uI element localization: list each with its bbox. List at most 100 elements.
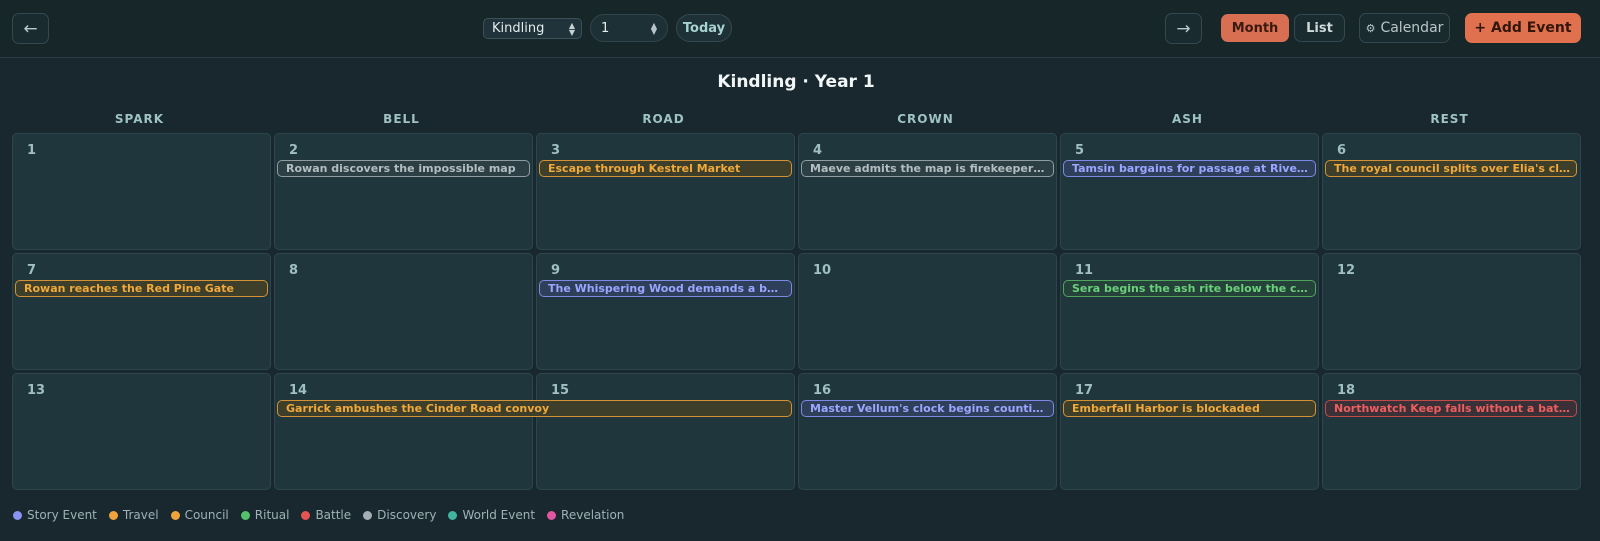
legend-label: Revelation	[561, 508, 625, 522]
calendar-settings-button[interactable]: ⚙ Calendar	[1359, 13, 1450, 43]
legend-label: World Event	[462, 508, 536, 522]
month-select-value: Kindling	[492, 21, 545, 36]
weekday-header: REST	[1430, 112, 1469, 126]
legend-dot	[108, 510, 118, 520]
legend-dot	[301, 510, 311, 520]
day-cell[interactable]: 17	[1060, 373, 1319, 490]
calendar-settings-label: Calendar	[1380, 20, 1444, 36]
year-stepper[interactable]: 1 ▲ ▼	[590, 14, 668, 42]
next-month-button[interactable]: →	[1165, 13, 1202, 44]
day-cell[interactable]: 10	[798, 253, 1057, 370]
add-event-button[interactable]: + Add Event	[1465, 13, 1581, 43]
day-cell[interactable]: 5	[1060, 133, 1319, 250]
year-value: 1	[601, 20, 610, 36]
gear-icon: ⚙	[1365, 21, 1376, 35]
day-cell[interactable]: 12	[1322, 253, 1581, 370]
legend-dot	[240, 510, 250, 520]
event-chip[interactable]: Northwatch Keep falls without a battle	[1325, 400, 1577, 417]
month-view-button[interactable]: Month	[1221, 14, 1289, 42]
event-chip[interactable]: Rowan discovers the impossible map	[277, 160, 530, 177]
day-number: 15	[551, 383, 570, 398]
day-number: 3	[551, 143, 561, 158]
event-chip[interactable]: Tamsin bargains for passage at Rivergate	[1063, 160, 1316, 177]
event-chip[interactable]: Rowan reaches the Red Pine Gate	[15, 280, 268, 297]
day-cell[interactable]: 6	[1322, 133, 1581, 250]
day-cell[interactable]: 11	[1060, 253, 1319, 370]
day-cell[interactable]: 4	[798, 133, 1057, 250]
legend-label: Travel	[122, 508, 159, 522]
legend-label: Battle	[315, 508, 352, 522]
legend-dot	[13, 510, 22, 520]
legend-label: Story Event	[27, 508, 97, 522]
day-number: 16	[813, 383, 832, 398]
day-cell[interactable]: 16	[798, 373, 1057, 490]
month-view-label: Month	[1231, 20, 1279, 36]
legend-item: Battle	[301, 508, 351, 522]
arrow-left-icon: ←	[23, 18, 38, 39]
day-number: 14	[289, 383, 308, 398]
event-chip[interactable]: The Whispering Wood demands a bargain	[539, 280, 792, 297]
day-cell[interactable]: 15	[536, 373, 795, 490]
event-chip[interactable]: Sera begins the ash rite below the city	[1063, 280, 1316, 297]
stepper-chevron-icon: ▲ ▼	[650, 21, 657, 36]
day-cell[interactable]: 13	[12, 373, 271, 490]
day-number: 8	[289, 263, 299, 278]
event-chip[interactable]: Maeve admits the map is firekeeper work	[801, 160, 1054, 177]
day-cell[interactable]: 18	[1322, 373, 1581, 490]
event-chip[interactable]: Emberfall Harbor is blockaded	[1063, 400, 1316, 417]
day-number: 13	[27, 383, 46, 398]
legend-item: Revelation	[547, 508, 624, 522]
weekday-header: SPARK	[114, 112, 165, 126]
legend-item: Ritual	[240, 508, 290, 522]
list-view-button[interactable]: List	[1294, 14, 1345, 42]
prev-month-button[interactable]: ←	[12, 13, 49, 44]
legend-label: Discovery	[377, 508, 437, 522]
legend-label: Council	[184, 508, 229, 522]
day-number: 1	[27, 143, 37, 158]
calendar-title: Kindling · Year 1	[717, 72, 875, 92]
weekday-header: BELL	[383, 112, 420, 126]
day-cell[interactable]: 14	[274, 373, 533, 490]
today-label: Today	[682, 20, 726, 36]
event-chip[interactable]: The royal council splits over Elia's cla…	[1325, 160, 1577, 177]
legend-dot	[448, 510, 458, 520]
day-cell[interactable]: 1	[12, 133, 271, 250]
day-number: 11	[1075, 263, 1094, 278]
event-chip[interactable]: Escape through Kestrel Market	[539, 160, 792, 177]
day-number: 9	[551, 263, 561, 278]
legend-item: Council	[170, 508, 229, 522]
add-event-label: + Add Event	[1474, 20, 1572, 36]
day-number: 10	[813, 263, 832, 278]
legend-label: Ritual	[254, 508, 290, 522]
legend-item: Discovery	[363, 508, 436, 522]
day-number: 7	[27, 263, 37, 278]
list-view-label: List	[1306, 20, 1333, 36]
event-chip[interactable]: Master Vellum's clock begins counting ba…	[801, 400, 1054, 417]
day-cell[interactable]: 2	[274, 133, 533, 250]
legend-item: Travel	[108, 508, 159, 522]
select-chevron-icon: ▲ ▼	[568, 21, 575, 37]
legend-dot	[170, 510, 180, 520]
legend-dot	[547, 510, 557, 520]
day-cell[interactable]: 8	[274, 253, 533, 370]
day-number: 5	[1075, 143, 1085, 158]
legend: Story Event Travel Council Ritual Battle…	[13, 508, 624, 522]
toolbar: ← Kindling ▲ ▼ 1 ▲ ▼ Today → Month List ⚙ …	[0, 0, 1600, 58]
month-select[interactable]: Kindling ▲ ▼	[483, 18, 582, 39]
legend-item: World Event	[448, 508, 535, 522]
weekday-header: ROAD	[642, 112, 685, 126]
day-number: 6	[1337, 143, 1347, 158]
weekday-header: CROWN	[897, 112, 954, 126]
day-number: 4	[813, 143, 823, 158]
day-cell[interactable]: 3	[536, 133, 795, 250]
day-number: 18	[1337, 383, 1356, 398]
legend-dot	[363, 510, 373, 520]
arrow-right-icon: →	[1176, 18, 1191, 39]
event-chip[interactable]: Garrick ambushes the Cinder Road convoy	[277, 400, 792, 417]
day-cell[interactable]: 9	[536, 253, 795, 370]
day-number: 12	[1337, 263, 1356, 278]
day-number: 2	[289, 143, 299, 158]
today-button[interactable]: Today	[676, 14, 732, 42]
weekday-header: ASH	[1172, 112, 1203, 126]
day-cell[interactable]: 7	[12, 253, 271, 370]
